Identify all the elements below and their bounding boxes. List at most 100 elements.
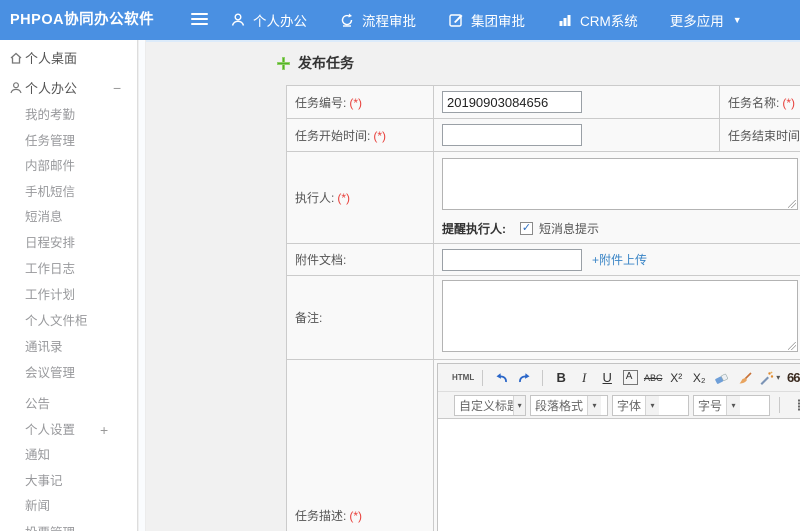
sidebar-item-announcement[interactable]: 公告	[0, 395, 138, 414]
attachment-upload-link[interactable]: +附件上传	[592, 251, 647, 268]
app-logo: PHPOA协同办公软件	[10, 12, 155, 28]
chevron-down-icon: ▾	[513, 395, 525, 415]
sidebar-item-internal-mail[interactable]: 内部邮件	[0, 157, 138, 176]
remark-label: 备注:	[295, 311, 323, 325]
undo-icon[interactable]	[491, 368, 511, 388]
add-task-icon	[277, 56, 290, 70]
hamburger-menu-icon[interactable]	[191, 13, 208, 27]
sidebar-item-schedule[interactable]: 日程安排	[0, 234, 138, 253]
chart-icon	[557, 12, 573, 28]
font-family-select[interactable]: 字体 ▾	[612, 394, 689, 416]
nav-more-apps[interactable]: 更多应用 ▼	[670, 10, 742, 30]
redo-icon[interactable]	[514, 368, 534, 388]
font-size-select[interactable]: 字号 ▾	[693, 394, 770, 416]
toolbar-separator	[542, 369, 544, 386]
subscript-button[interactable]: X₂	[689, 368, 709, 388]
executor-textarea[interactable]	[442, 158, 798, 210]
header-divider	[139, 40, 800, 42]
executor-label: 执行人:	[295, 191, 335, 205]
collapse-icon[interactable]: −	[113, 79, 121, 98]
start-time-input[interactable]	[442, 124, 582, 146]
sidebar-item-vote[interactable]: 投票管理	[0, 524, 138, 531]
resize-handle[interactable]	[788, 200, 796, 208]
sidebar-item-desktop[interactable]: 个人桌面	[0, 49, 138, 68]
sidebar-item-notice[interactable]: 通知	[0, 446, 138, 465]
sidebar-item-work-plan[interactable]: 工作计划	[0, 286, 138, 305]
remark-label-cell: 备注:	[286, 275, 434, 360]
page-title: 发布任务	[277, 53, 354, 73]
main-content: 发布任务 任务编号:(*) 任务名称:(*) 任务开始时间:(*)	[139, 40, 800, 531]
sms-remind-checkbox[interactable]: ✓	[520, 222, 533, 235]
description-label-cell: 任务描述: (*)	[286, 359, 434, 531]
nav-personal-office[interactable]: 个人办公	[230, 10, 307, 30]
attachment-field-cell: +附件上传	[433, 243, 800, 276]
sms-remind-label: 短消息提示	[539, 222, 600, 236]
blockquote-button[interactable]: 66	[783, 368, 800, 388]
process-icon	[339, 12, 355, 28]
sidebar-item-personal-settings[interactable]: 个人设置 +	[0, 421, 138, 440]
align-left-icon[interactable]	[795, 395, 800, 415]
task-name-label-cell: 任务名称: (*)	[719, 85, 800, 119]
start-time-label-cell: 任务开始时间: (*)	[286, 118, 434, 152]
task-no-label: 任务编号:	[295, 95, 347, 110]
sidebar-item-short-message[interactable]: 短消息	[0, 208, 138, 227]
nav-group-approval[interactable]: 集团审批	[448, 10, 525, 30]
bold-button[interactable]: B	[551, 368, 571, 388]
expand-icon[interactable]: +	[100, 421, 108, 440]
chevron-down-icon: ▾	[645, 395, 660, 415]
editor-content[interactable]	[438, 418, 800, 531]
paragraph-format-select[interactable]: 段落格式 ▾	[530, 394, 608, 416]
sidebar-item-personal-office[interactable]: 个人办公 −	[0, 79, 138, 98]
remark-field-cell	[433, 275, 800, 360]
italic-button[interactable]: I	[574, 368, 594, 388]
end-time-label-cell: 任务结束时间:(*)	[719, 118, 800, 152]
alignment-group	[795, 395, 800, 415]
magic-wand-icon[interactable]: ▾	[758, 368, 780, 388]
required-mark: (*)	[337, 191, 351, 205]
top-navigation: 个人办公 流程审批 集团审批 CRM系统 更多应用 ▼	[230, 0, 742, 40]
sidebar-item-work-log[interactable]: 工作日志	[0, 260, 138, 279]
sidebar-item-meeting[interactable]: 会议管理	[0, 364, 138, 383]
sidebar-item-memorabilia[interactable]: 大事记	[0, 472, 138, 491]
executor-field-cell: +选择执行人 提醒执行人: ✓ 短消息提示	[433, 151, 800, 244]
start-time-label: 任务开始时间:	[295, 128, 371, 143]
sidebar-item-attendance[interactable]: 我的考勤	[0, 106, 138, 125]
strikethrough-button[interactable]: ABC	[643, 368, 663, 388]
attachment-input[interactable]	[442, 248, 582, 271]
task-form-table: 任务编号:(*) 任务名称:(*) 任务开始时间:(*) 任务结束时间	[286, 85, 800, 531]
remark-textarea[interactable]	[442, 280, 798, 352]
chevron-down-icon: ▾	[587, 395, 602, 415]
underline-button[interactable]: U	[597, 368, 617, 388]
top-header: PHPOA协同办公软件 个人办公 流程审批 集团审批 CRM系统 更多应用 ▼	[0, 0, 800, 40]
required-mark: (*)	[349, 509, 363, 523]
required-mark: (*)	[349, 95, 363, 110]
resize-handle[interactable]	[788, 342, 796, 350]
chevron-down-icon: ▾	[776, 373, 781, 382]
app-window: PHPOA协同办公软件 个人办公 流程审批 集团审批 CRM系统 更多应用 ▼ …	[0, 0, 800, 531]
task-no-label-cell: 任务编号: (*)	[286, 85, 434, 119]
edit-icon	[448, 12, 464, 28]
sidebar-gutter	[139, 40, 146, 531]
eraser-icon[interactable]	[712, 368, 732, 388]
task-no-input[interactable]	[442, 91, 582, 113]
toolbar-separator	[779, 397, 780, 413]
sidebar-item-task-manage[interactable]: 任务管理	[0, 132, 138, 151]
sidebar-item-file-cabinet[interactable]: 个人文件柜	[0, 312, 138, 331]
sidebar-item-mobile-sms[interactable]: 手机短信	[0, 183, 138, 202]
sidebar-item-contacts[interactable]: 通讯录	[0, 338, 138, 357]
superscript-button[interactable]: X²	[666, 368, 686, 388]
nav-process-approval[interactable]: 流程审批	[339, 10, 416, 30]
task-name-label: 任务名称:	[728, 95, 780, 110]
font-style-box-button[interactable]: A	[622, 370, 638, 385]
description-label: 任务描述:	[295, 509, 347, 523]
required-mark: (*)	[373, 128, 387, 143]
nav-crm-system[interactable]: CRM系统	[557, 10, 638, 30]
custom-title-select[interactable]: 自定义标题 ▾	[454, 394, 526, 416]
html-source-button[interactable]: HTML	[452, 368, 474, 388]
remind-executor-label: 提醒执行人:	[442, 222, 506, 236]
executor-label-cell: 执行人: (*)	[286, 151, 434, 244]
sidebar-item-news[interactable]: 新闻	[0, 497, 138, 516]
brush-icon[interactable]	[735, 368, 755, 388]
task-no-field-cell	[433, 85, 720, 119]
start-time-field-cell	[433, 118, 720, 152]
